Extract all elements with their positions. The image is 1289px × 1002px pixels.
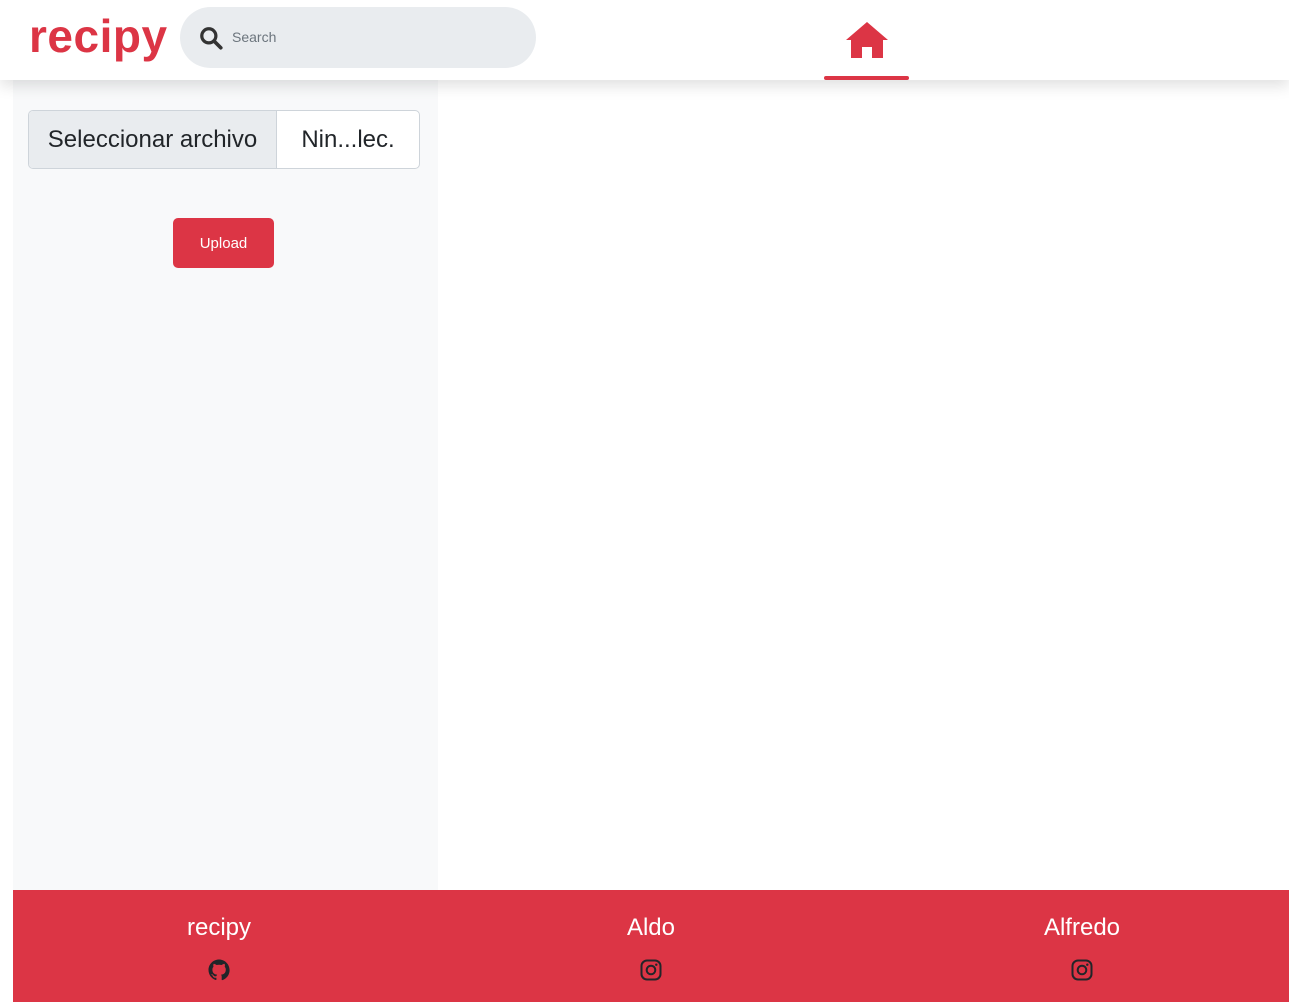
footer-column-alfredo: Alfredo [932, 912, 1232, 982]
instagram-icon[interactable] [1070, 958, 1094, 982]
active-tab-indicator [824, 76, 909, 80]
search-bar[interactable] [180, 7, 536, 68]
github-icon[interactable] [207, 958, 231, 982]
footer: recipy Aldo Alfredo [13, 890, 1289, 1002]
upload-sidebar: Seleccionar archivo Nin...lec. Upload [13, 80, 438, 890]
brand-logo[interactable]: recipy [29, 8, 168, 64]
upload-button[interactable]: Upload [173, 218, 274, 268]
footer-name: recipy [186, 914, 252, 941]
nav-home-tab[interactable] [824, 0, 909, 80]
search-input[interactable] [232, 21, 522, 53]
footer-column-recipy: recipy [69, 912, 369, 982]
home-icon[interactable] [844, 20, 890, 60]
footer-name: Aldo [626, 914, 676, 941]
search-icon[interactable] [198, 25, 224, 51]
footer-name: Alfredo [1043, 914, 1121, 941]
page: recipy Seleccionar archivo Nin...lec. Up… [0, 0, 1289, 1002]
file-input[interactable]: Seleccionar archivo Nin...lec. [28, 110, 420, 169]
instagram-icon[interactable] [639, 958, 663, 982]
selected-file-name: Nin...lec. [301, 125, 395, 153]
footer-column-aldo: Aldo [501, 912, 801, 982]
choose-file-button[interactable]: Seleccionar archivo [29, 111, 277, 168]
top-navbar: recipy [0, 0, 1289, 80]
